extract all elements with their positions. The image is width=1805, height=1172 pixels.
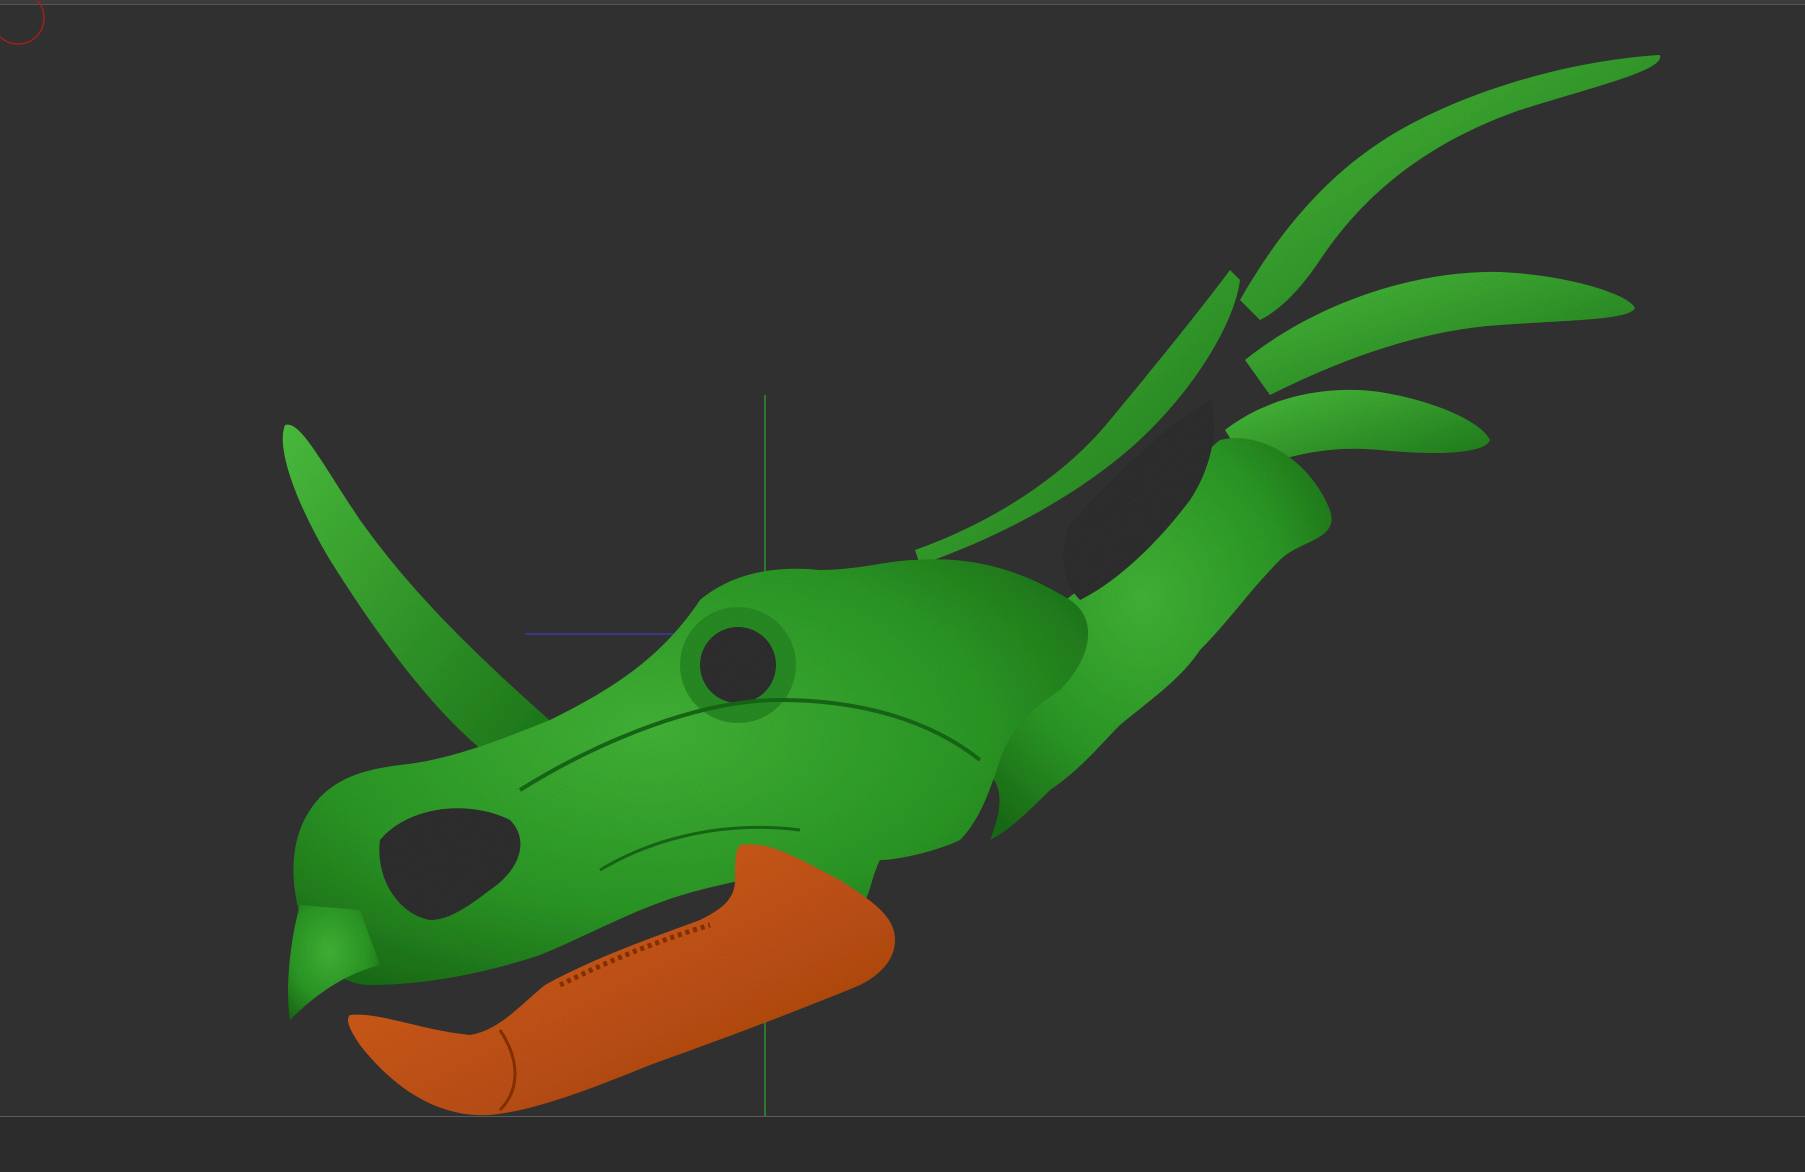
viewport-canvas[interactable] <box>0 0 1805 1172</box>
viewport-bottom-strip <box>0 1117 1805 1172</box>
3d-viewport[interactable] <box>0 0 1805 1172</box>
nasal-horn[interactable] <box>282 424 555 760</box>
skull-model[interactable] <box>282 55 1661 1020</box>
corner-circle-icon[interactable] <box>0 0 45 45</box>
eye-socket <box>700 627 776 703</box>
frill-spike-middle[interactable] <box>1245 271 1635 395</box>
